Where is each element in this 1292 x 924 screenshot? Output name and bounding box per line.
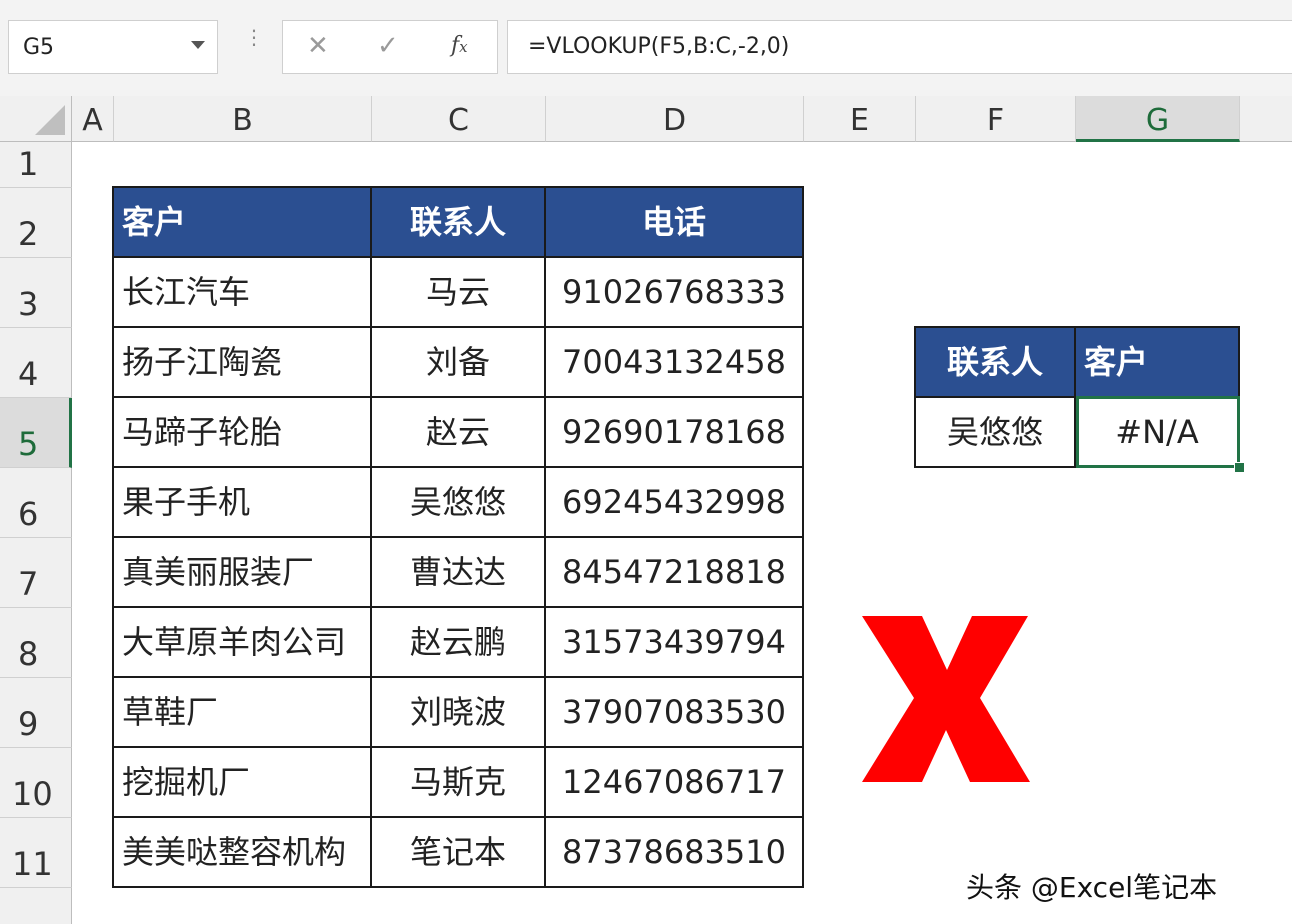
insert-function-button[interactable]: fx [451, 33, 468, 58]
table-cell-phone[interactable]: 12467086717 [546, 748, 804, 818]
row-header-8[interactable]: 8 [0, 608, 72, 678]
table-cell-phone[interactable]: 37907083530 [546, 678, 804, 748]
table-cell-phone[interactable]: 92690178168 [546, 398, 804, 468]
table-cell-contact[interactable]: 刘备 [372, 328, 546, 398]
column-header-d[interactable]: D [546, 96, 804, 142]
table-cell-contact[interactable]: 吴悠悠 [372, 468, 546, 538]
table-cell-customer[interactable]: 扬子江陶瓷 [114, 328, 372, 398]
formula-buttons: ✕ ✓ fx [282, 20, 498, 74]
table-cell-phone[interactable]: 91026768333 [546, 258, 804, 328]
column-header-blank [1240, 96, 1292, 142]
formula-toolbar: G5 ⋮ ✕ ✓ fx =VLOOKUP(F5,B:C,-2,0) [0, 0, 1292, 96]
column-header-c[interactable]: C [372, 96, 546, 142]
table-cell-contact[interactable]: 笔记本 [372, 818, 546, 888]
table-cell-phone[interactable]: 84547218818 [546, 538, 804, 608]
row-header-11[interactable]: 11 [0, 818, 72, 888]
formula-input[interactable]: =VLOOKUP(F5,B:C,-2,0) [507, 20, 1292, 74]
table-cell-phone[interactable]: 70043132458 [546, 328, 804, 398]
row-header-6[interactable]: 6 [0, 468, 72, 538]
table-cell-contact[interactable]: 曹达达 [372, 538, 546, 608]
column-header-a[interactable]: A [72, 96, 114, 142]
table-cell-customer[interactable]: 果子手机 [114, 468, 372, 538]
red-x-icon [862, 616, 1030, 782]
column-header-b[interactable]: B [114, 96, 372, 142]
row-header-7[interactable]: 7 [0, 538, 72, 608]
formula-text: =VLOOKUP(F5,B:C,-2,0) [528, 34, 790, 59]
table-cell-contact[interactable]: 马斯克 [372, 748, 546, 818]
table-cell-customer[interactable]: 挖掘机厂 [114, 748, 372, 818]
table-cell-customer[interactable]: 真美丽服装厂 [114, 538, 372, 608]
check-icon[interactable]: ✓ [377, 31, 399, 61]
row-header-10[interactable]: 10 [0, 748, 72, 818]
table-cell-phone[interactable]: 87378683510 [546, 818, 804, 888]
table-cell-phone[interactable]: 31573439794 [546, 608, 804, 678]
close-icon[interactable]: ✕ [307, 31, 329, 61]
fill-handle[interactable] [1234, 462, 1245, 473]
table-cell-contact[interactable]: 赵云 [372, 398, 546, 468]
row-header-3[interactable]: 3 [0, 258, 72, 328]
column-header-f[interactable]: F [916, 96, 1076, 142]
lookup-header-contact[interactable]: 联系人 [916, 328, 1076, 398]
row-header-12 [0, 888, 72, 924]
table-cell-phone[interactable]: 69245432998 [546, 468, 804, 538]
name-box[interactable]: G5 [8, 20, 218, 74]
lookup-header-customer[interactable]: 客户 [1076, 328, 1240, 398]
watermark: 头条 @Excel笔记本 [966, 871, 1218, 904]
table-cell-customer[interactable]: 美美哒整容机构 [114, 818, 372, 888]
table-cell-contact[interactable]: 马云 [372, 258, 546, 328]
table-cell-customer[interactable]: 草鞋厂 [114, 678, 372, 748]
chevron-down-icon[interactable] [191, 41, 205, 49]
table-cell-customer[interactable]: 长江汽车 [114, 258, 372, 328]
table-cell-customer[interactable]: 马蹄子轮胎 [114, 398, 372, 468]
name-box-value: G5 [23, 35, 55, 60]
column-header-g[interactable]: G [1076, 96, 1240, 142]
row-header-9[interactable]: 9 [0, 678, 72, 748]
row-header-2[interactable]: 2 [0, 188, 72, 258]
table-cell-customer[interactable]: 大草原羊肉公司 [114, 608, 372, 678]
row-header-5[interactable]: 5 [0, 398, 72, 468]
table-header-customer[interactable]: 客户 [114, 188, 372, 258]
row-header-1[interactable]: 1 [0, 142, 72, 188]
more-options-icon[interactable]: ⋮ [244, 27, 264, 64]
table-header-phone[interactable]: 电话 [546, 188, 804, 258]
lookup-cell-g5[interactable]: #N/A [1076, 398, 1240, 468]
table-cell-contact[interactable]: 刘晓波 [372, 678, 546, 748]
row-header-4[interactable]: 4 [0, 328, 72, 398]
select-all-button[interactable] [0, 96, 72, 142]
column-header-e[interactable]: E [804, 96, 916, 142]
table-cell-contact[interactable]: 赵云鹏 [372, 608, 546, 678]
table-header-contact[interactable]: 联系人 [372, 188, 546, 258]
lookup-cell-f5[interactable]: 吴悠悠 [916, 398, 1076, 468]
